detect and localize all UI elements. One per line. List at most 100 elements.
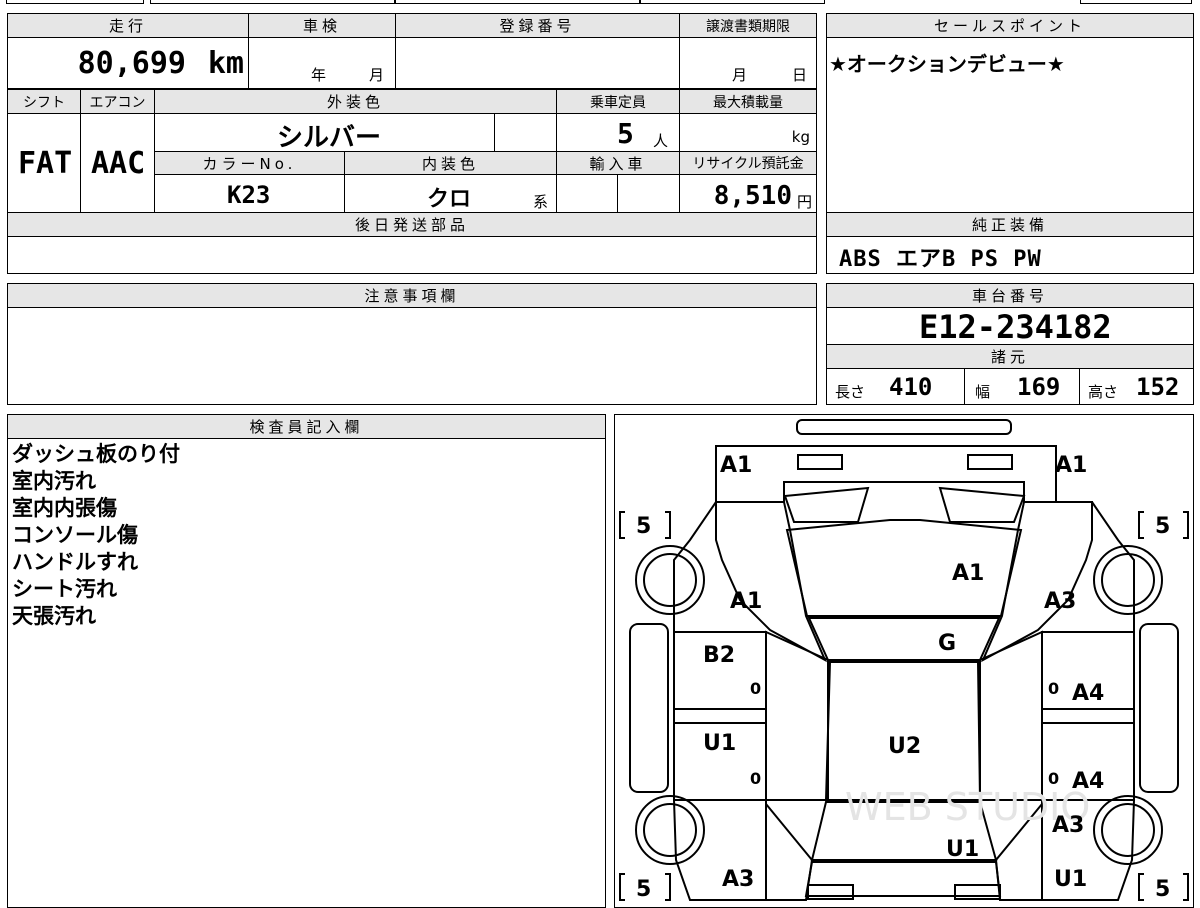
- car-diagram: WEB STUDIO A1 A1 5 5 5 5 A1 A1 A3 G B2 A…: [619, 419, 1189, 902]
- max-load-unit: kg: [791, 128, 810, 146]
- shift-header: シフト: [7, 89, 81, 114]
- interior-value: クロ: [427, 187, 472, 212]
- max-load-header: 最大積載量: [679, 89, 817, 114]
- inspector-line: 室内内張傷: [12, 496, 117, 520]
- registration-header: 登録番号: [395, 13, 680, 38]
- specs-length-value: 410: [889, 373, 933, 401]
- recycle-cell: 8,510 円: [679, 174, 817, 213]
- top-strip-cell-2: [150, 0, 395, 4]
- mark-tire-rl: 5: [636, 877, 651, 902]
- import-header: 輸入車: [556, 151, 680, 175]
- color-no-value: K23: [227, 181, 271, 209]
- mark-rear-right: U1: [1054, 867, 1087, 892]
- mileage-unit: km: [207, 46, 244, 81]
- recycle-unit: 円: [796, 193, 812, 211]
- specs-header: 諸元: [826, 344, 1194, 369]
- exterior-header: 外装色: [154, 89, 557, 114]
- specs-width-cell: 幅 169: [964, 368, 1080, 405]
- import-cell-2: [617, 174, 680, 213]
- shaken-year: 年: [311, 66, 327, 84]
- top-strip-cell-3: [395, 0, 640, 4]
- inspector-line: ダッシュ板のり付: [12, 442, 180, 466]
- notes-header: 注意事項欄: [7, 283, 817, 308]
- mileage-value: 80,699: [77, 46, 186, 81]
- aircon-cell: AAC: [80, 113, 155, 213]
- mark-trunk: U1: [946, 837, 979, 862]
- recycle-value: 8,510: [713, 181, 792, 211]
- inspector-line: コンソール傷: [12, 523, 138, 547]
- mark-tire-fr: 5: [1155, 514, 1170, 539]
- later-parts-cell: [7, 236, 817, 274]
- notes-cell: [7, 307, 817, 405]
- car-diagram-panel: WEB STUDIO A1 A1 5 5 5 5 A1 A1 A3 G B2 A…: [614, 414, 1194, 908]
- inspector-lines: ダッシュ板のり付 室内汚れ 室内内張傷 コンソール傷 ハンドルすれ シート汚れ …: [12, 441, 180, 630]
- specs-length-label: 長さ: [835, 383, 866, 401]
- specs-height-label: 高さ: [1088, 383, 1119, 401]
- capacity-value: 5: [617, 117, 634, 150]
- mileage-cell: 80,699 km: [7, 37, 249, 89]
- mark-handle-rr: 0: [1048, 769, 1059, 788]
- aircon-value: AAC: [91, 146, 146, 181]
- genuine-value: ABS エアB PS PW: [839, 247, 1042, 272]
- capacity-cell: 5 人: [556, 113, 680, 152]
- capacity-unit: 人: [653, 132, 669, 150]
- top-strip-cell-4: [640, 0, 825, 4]
- inspector-line: ハンドルすれ: [12, 550, 138, 574]
- genuine-cell: ABS エアB PS PW: [826, 236, 1194, 274]
- mark-handle-fl: 0: [750, 679, 761, 698]
- sales-point-header: セールスポイント: [826, 13, 1194, 38]
- inspector-line: シート汚れ: [12, 577, 117, 601]
- transfer-cell: 月 日: [679, 37, 817, 89]
- interior-cell: クロ 系: [344, 174, 557, 213]
- color-no-header: カラーNo.: [154, 151, 345, 175]
- sales-point-cell: ★オークションデビュー★: [826, 37, 1194, 213]
- mark-fender-right: A3: [1044, 589, 1076, 614]
- transfer-month: 月: [732, 66, 748, 84]
- shaken-header: 車検: [248, 13, 396, 38]
- recycle-header: リサイクル預託金: [679, 151, 817, 175]
- exterior-cell: シルバー: [154, 113, 495, 153]
- max-load-cell: kg: [679, 113, 817, 152]
- mark-windshield: G: [938, 631, 956, 656]
- mark-rear-door-left: U1: [703, 731, 736, 756]
- inspector-line: 室内汚れ: [12, 469, 96, 493]
- genuine-header: 純正装備: [826, 212, 1194, 237]
- specs-width-label: 幅: [975, 383, 991, 401]
- shaken-month: 月: [369, 66, 385, 84]
- later-parts-header: 後日発送部品: [7, 212, 817, 237]
- mark-front-left: A1: [720, 453, 752, 478]
- chassis-header: 車台番号: [826, 283, 1194, 308]
- transfer-day: 日: [792, 66, 808, 84]
- mark-front-door-right: A4: [1072, 681, 1104, 706]
- chassis-value: E12-234182: [919, 308, 1112, 346]
- capacity-header: 乗車定員: [556, 89, 680, 114]
- sales-point-text: ★オークションデビュー★: [829, 52, 1065, 76]
- mark-roof: U2: [888, 734, 921, 759]
- specs-width-value: 169: [1017, 373, 1061, 401]
- specs-height-value: 152: [1136, 373, 1180, 401]
- mark-handle-rl: 0: [750, 769, 761, 788]
- mileage-header: 走行: [7, 13, 249, 38]
- top-strip-cell-5: [1080, 0, 1192, 4]
- registration-cell: [395, 37, 680, 89]
- mark-front-door-left: B2: [703, 643, 735, 668]
- mark-rear-fender-right: A3: [1052, 813, 1084, 838]
- inspector-line: 天張汚れ: [12, 604, 96, 628]
- mark-rear-door-right: A4: [1072, 769, 1104, 794]
- mark-tire-rr: 5: [1155, 877, 1170, 902]
- specs-height-cell: 高さ 152: [1079, 368, 1194, 405]
- color-no-cell: K23: [154, 174, 345, 213]
- inspector-header: 検査員記入欄: [7, 414, 606, 439]
- mark-rear-left: A3: [722, 867, 754, 892]
- shift-value: FAT: [18, 146, 73, 181]
- interior-suffix: 系: [533, 193, 549, 211]
- import-cell-1: [556, 174, 618, 213]
- aircon-header: エアコン: [80, 89, 155, 114]
- transfer-header: 譲渡書類期限: [679, 13, 817, 38]
- mark-hood: A1: [952, 561, 984, 586]
- mark-tire-fl: 5: [636, 514, 651, 539]
- top-strip-cell-1: [6, 0, 144, 4]
- specs-length-cell: 長さ 410: [826, 368, 965, 405]
- mark-front-right: A1: [1055, 453, 1087, 478]
- shift-cell: FAT: [7, 113, 81, 213]
